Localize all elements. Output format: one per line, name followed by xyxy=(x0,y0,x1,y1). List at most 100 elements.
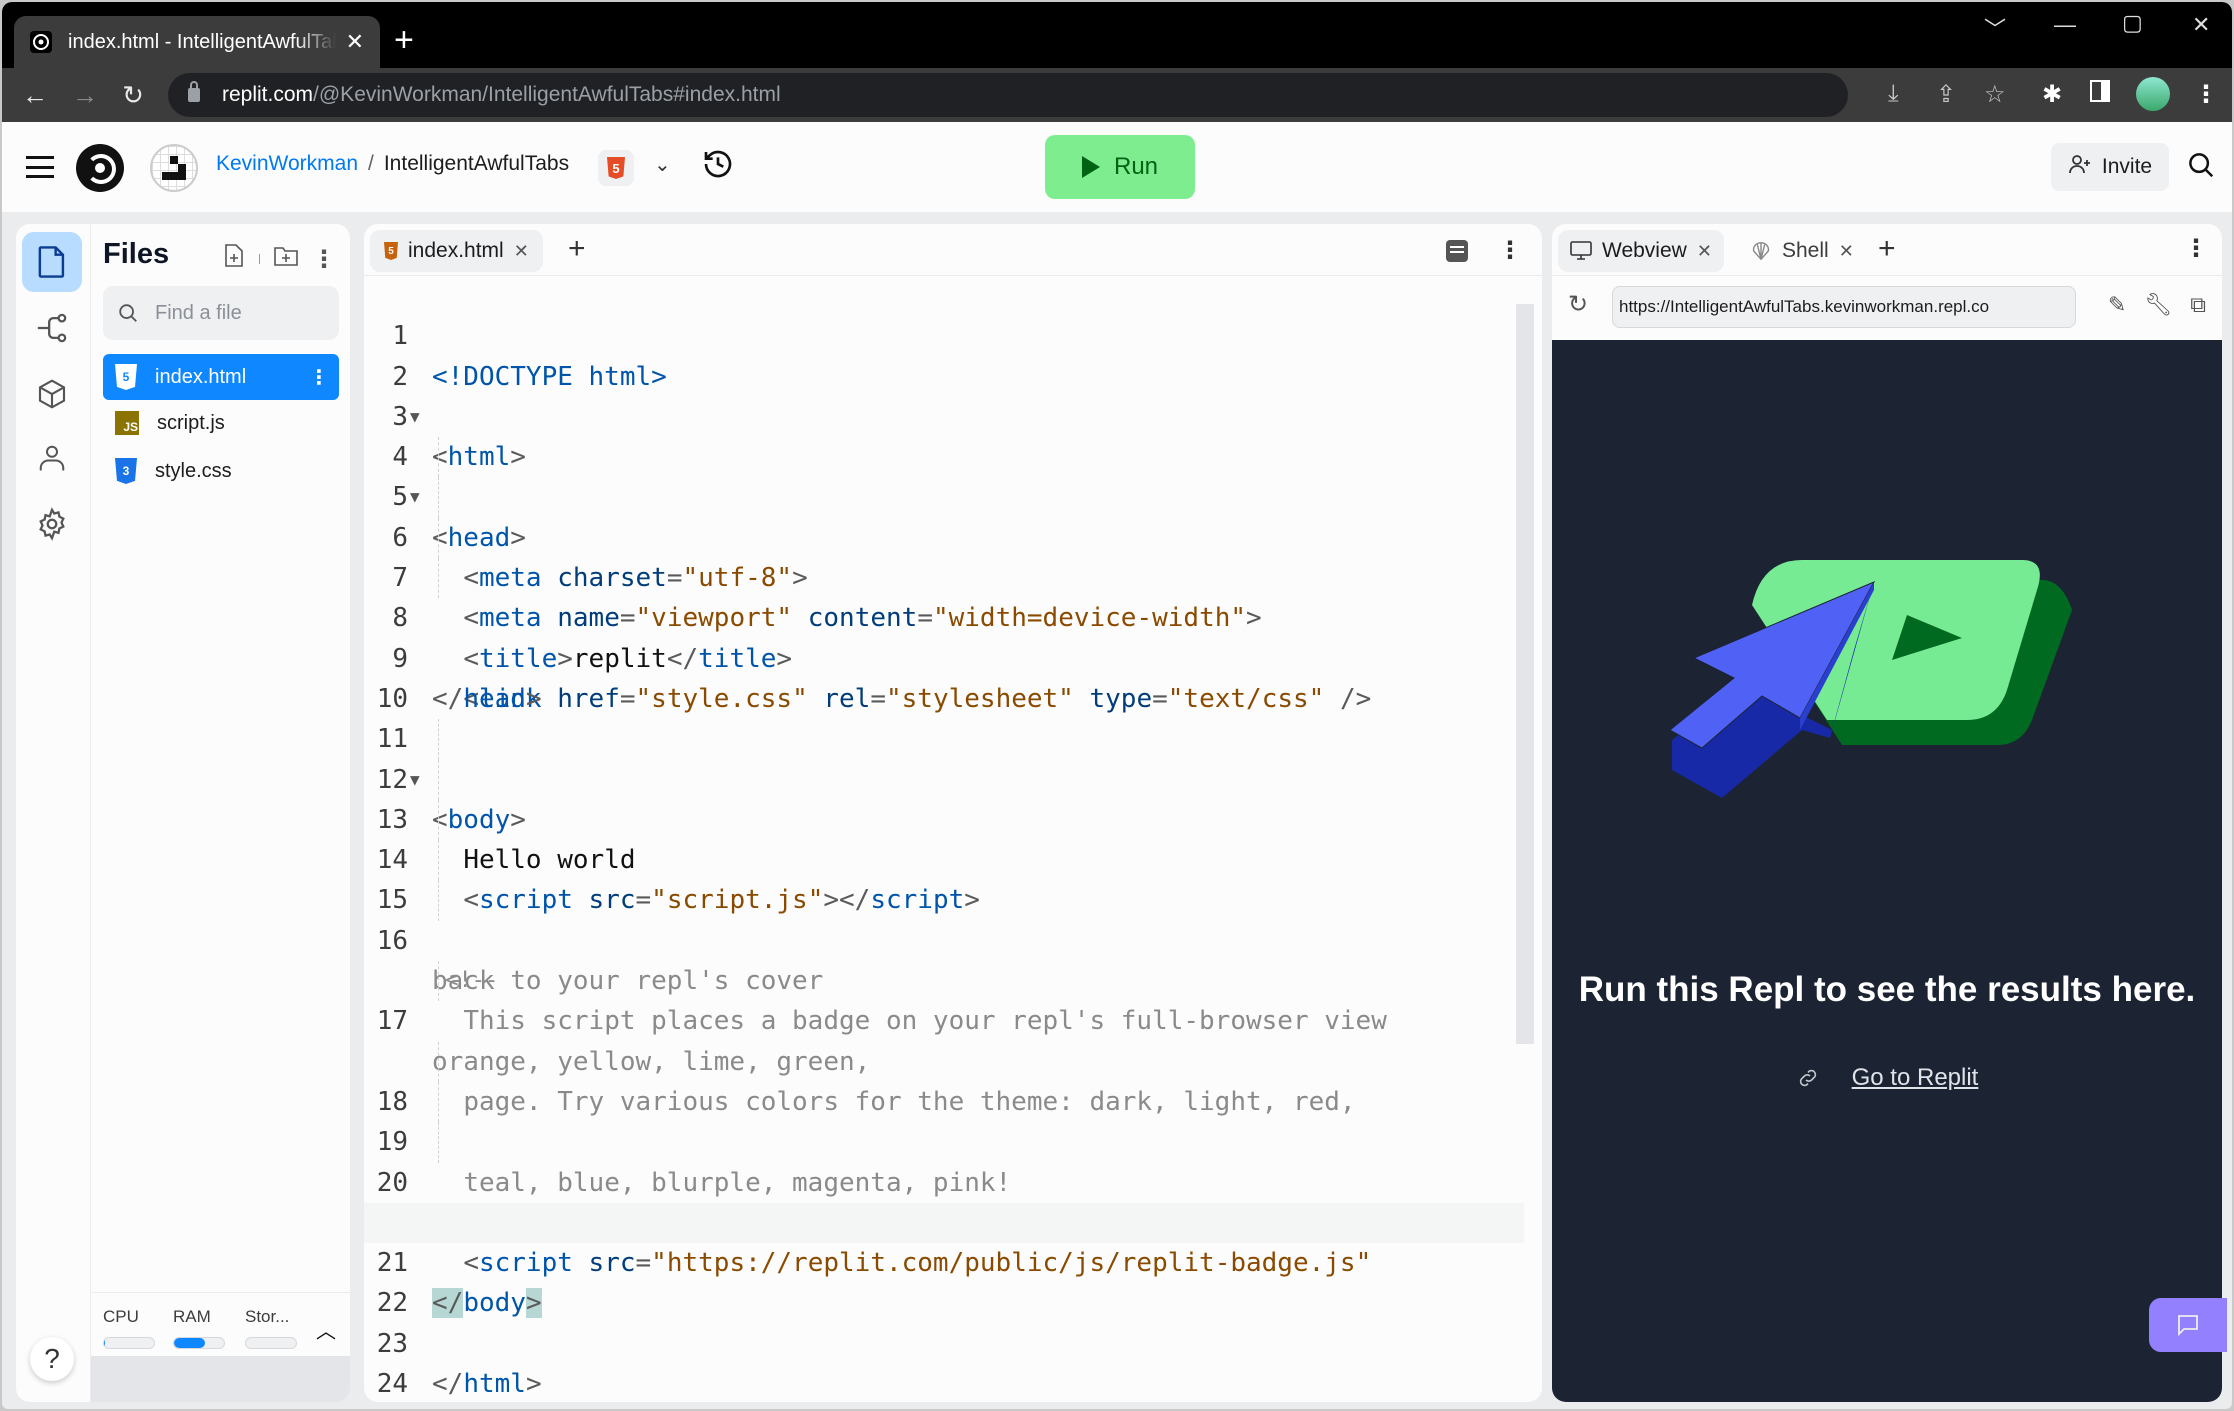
tab-search-chevron-icon[interactable]: ﹀ xyxy=(1984,12,2006,44)
code-line: 11 ▼ <body> xyxy=(364,679,1524,835)
css-file-icon: 3 xyxy=(115,458,137,484)
add-tab-button[interactable]: + xyxy=(568,232,586,266)
format-code-icon[interactable] xyxy=(1446,239,1468,262)
back-button[interactable]: ← xyxy=(18,78,52,112)
new-file-icon[interactable] xyxy=(223,244,245,274)
new-tab-button[interactable]: + xyxy=(394,20,414,60)
code-line: 10 xyxy=(364,639,1524,714)
link-icon xyxy=(1799,1069,1816,1087)
owner-link[interactable]: KevinWorkman xyxy=(216,152,358,176)
code-area[interactable]: 1 <!DOCTYPE html> 2 ▼ <html> 3 4 ▼ <head… xyxy=(364,276,1524,1399)
play-icon xyxy=(1081,156,1100,178)
ram-bar xyxy=(173,1337,225,1349)
webview-reload-icon[interactable]: ↻ xyxy=(1568,290,1588,319)
tab-webview[interactable]: Webview ✕ xyxy=(1558,230,1724,272)
extensions-puzzle-icon[interactable]: ✱ xyxy=(2042,80,2062,109)
html5-language-badge[interactable]: 5 xyxy=(598,150,634,186)
file-item-index-html[interactable]: 5 index.html ⋮ xyxy=(103,354,339,400)
go-to-replit-label: Go to Replit xyxy=(1851,1064,1979,1091)
code-line: 3 xyxy=(364,357,1524,432)
new-folder-icon[interactable] xyxy=(274,245,298,273)
feedback-button[interactable] xyxy=(2149,1298,2227,1352)
open-new-tab-icon[interactable]: ⧉ xyxy=(2190,292,2206,318)
close-window-button[interactable]: ✕ xyxy=(2192,12,2210,38)
code-line: 23 </html> xyxy=(364,1283,1524,1399)
close-tab-icon[interactable]: ✕ xyxy=(1839,241,1854,262)
find-file-input[interactable]: Find a file xyxy=(103,286,339,340)
files-kebab-menu-icon[interactable]: ⋮ xyxy=(312,245,336,274)
code-line-wrap: theme="blue" defer></script> xyxy=(364,1163,1524,1238)
edit-pencil-icon[interactable]: ✎ xyxy=(2108,292,2126,318)
history-icon[interactable] xyxy=(702,148,734,188)
git-branch-icon xyxy=(37,313,67,343)
files-panel: Files ⋮ Find a file 5 index.html ⋮ JS sc… xyxy=(90,224,350,1402)
files-actions: ⋮ xyxy=(223,244,336,274)
file-name: style.css xyxy=(155,459,232,482)
html5-icon: 5 xyxy=(384,242,398,260)
tab-index-html[interactable]: 5 index.html ✕ xyxy=(370,230,543,272)
line-number: 24 xyxy=(376,1369,408,1400)
invite-button[interactable]: Invite xyxy=(2051,143,2169,191)
invite-label: Invite xyxy=(2101,155,2153,178)
code-line: 9 </head> xyxy=(364,598,1524,714)
editor-scrollbar[interactable] xyxy=(1516,304,1534,1044)
file-options-icon[interactable]: ⋮ xyxy=(309,365,329,390)
webview-urlbar: ↻ ✎ 🔧︎ ⧉ xyxy=(1552,276,2222,336)
webview-url-input[interactable] xyxy=(1612,286,2076,328)
forward-button[interactable]: → xyxy=(68,78,102,112)
file-name: script.js xyxy=(157,411,225,434)
sidebar-item-packages[interactable] xyxy=(22,364,82,424)
profile-avatar[interactable] xyxy=(2136,77,2170,111)
maximize-button[interactable]: ▢ xyxy=(2122,10,2143,36)
pane-kebab-menu-icon[interactable]: ⋮ xyxy=(2184,234,2208,263)
cpu-bar xyxy=(103,1337,155,1349)
minimize-button[interactable]: — xyxy=(2054,12,2076,38)
editor-kebab-menu-icon[interactable]: ⋮ xyxy=(1498,236,1522,265)
devtools-wrench-icon[interactable]: 🔧︎ xyxy=(2144,292,2172,318)
run-label: Run xyxy=(1113,153,1159,180)
close-tab-icon[interactable]: ✕ xyxy=(346,29,364,55)
browser-toolbar: ← → ↻ replit.com/@KevinWorkman/Intellige… xyxy=(2,68,2232,122)
cpu-label: CPU xyxy=(103,1307,139,1326)
code-line-wrap: back to your repl's cover xyxy=(432,966,824,997)
browser-menu-icon[interactable]: ⋮ xyxy=(2194,80,2218,109)
sidebar-item-files[interactable] xyxy=(22,232,82,292)
code-line-active: 21 </body> xyxy=(364,1202,1524,1319)
close-tab-icon[interactable]: ✕ xyxy=(1697,241,1712,262)
code-line: 14 xyxy=(364,799,1524,875)
tab-shell[interactable]: Shell ✕ xyxy=(1738,230,1866,272)
code-line: 2 ▼ <html> xyxy=(364,316,1524,473)
search-icon[interactable] xyxy=(2186,150,2216,180)
browser-tab[interactable]: index.html - IntelligentAwfulTabs ✕ xyxy=(14,16,380,68)
reload-button[interactable]: ↻ xyxy=(116,78,150,112)
repl-avatar[interactable] xyxy=(150,144,198,192)
sidebar-item-settings[interactable] xyxy=(22,494,82,554)
go-to-replit-link[interactable]: Go to Replit xyxy=(1552,1064,2222,1092)
bookmark-star-icon[interactable]: ☆ xyxy=(1984,80,2006,109)
replit-logo[interactable] xyxy=(76,144,124,192)
share-icon[interactable]: ⇪ xyxy=(1936,80,1956,109)
chat-bubble-icon xyxy=(2178,1315,2198,1336)
close-tab-icon[interactable]: ✕ xyxy=(514,241,529,262)
code-line: 4 ▼ <head> xyxy=(364,397,1524,553)
help-button[interactable]: ? xyxy=(30,1337,74,1381)
run-button[interactable]: Run xyxy=(1045,135,1195,199)
add-tab-button[interactable]: + xyxy=(1878,232,1896,266)
side-panel-icon[interactable] xyxy=(2090,80,2110,102)
repl-dropdown-chevron-icon[interactable]: ⌄ xyxy=(654,152,671,177)
expand-resources-chevron-icon[interactable]: ︿ xyxy=(316,1315,336,1344)
sidebar-item-git[interactable] xyxy=(22,298,82,358)
install-app-icon[interactable]: ⤓ xyxy=(1888,80,1899,108)
repl-name[interactable]: IntelligentAwfulTabs xyxy=(384,152,569,176)
sidebar-item-account[interactable] xyxy=(22,428,82,488)
code-line: 1 <!DOCTYPE html> xyxy=(364,276,1524,391)
editor-tools: ⋮ xyxy=(1446,236,1522,265)
address-bar[interactable]: replit.com/@KevinWorkman/IntelligentAwfu… xyxy=(168,73,2006,117)
file-item-style-css[interactable]: 3 style.css xyxy=(103,448,339,494)
lock-icon xyxy=(188,81,200,102)
menu-hamburger-icon[interactable] xyxy=(26,156,54,178)
search-icon xyxy=(119,304,137,322)
file-item-script-js[interactable]: JS script.js xyxy=(103,400,339,446)
resources-monitor[interactable]: CPU RAM Stor... ︿ xyxy=(91,1292,350,1356)
editor-tab-bar: 5 index.html ✕ + ⋮ xyxy=(364,224,1542,276)
